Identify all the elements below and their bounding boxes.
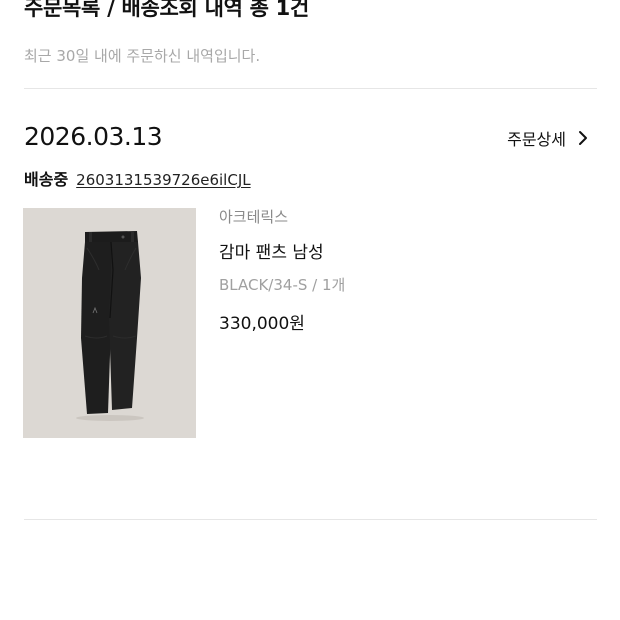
order-detail-link[interactable]: 주문상세	[507, 126, 590, 150]
chevron-right-icon	[579, 131, 587, 145]
order-number-link[interactable]: 2603131539726e6ilCJL	[76, 171, 250, 189]
product-image[interactable]	[23, 208, 196, 438]
bottom-divider	[24, 519, 597, 520]
product-price: 330,000원	[219, 314, 305, 334]
product-info: 아크테릭스 감마 팬츠 남성 BLACK/34-S / 1개 330,000원	[219, 206, 345, 334]
order-detail-label: 주문상세	[507, 130, 566, 149]
page-title: 주문목록 / 배송조회 내역 총 1건	[24, 0, 309, 20]
order-status-row: 배송중 2603131539726e6ilCJL	[24, 166, 251, 190]
delivery-status: 배송중	[24, 170, 69, 189]
product-option: BLACK/34-S / 1개	[219, 276, 346, 294]
order-date: 2026.03.13	[24, 122, 163, 151]
product-name[interactable]: 감마 팬츠 남성	[219, 238, 345, 263]
black-pants-photo	[23, 208, 196, 438]
page-subtitle: 최근 30일 내에 주문하신 내역입니다.	[24, 47, 261, 65]
top-divider	[24, 88, 597, 89]
product-brand: 아크테릭스	[219, 208, 289, 226]
